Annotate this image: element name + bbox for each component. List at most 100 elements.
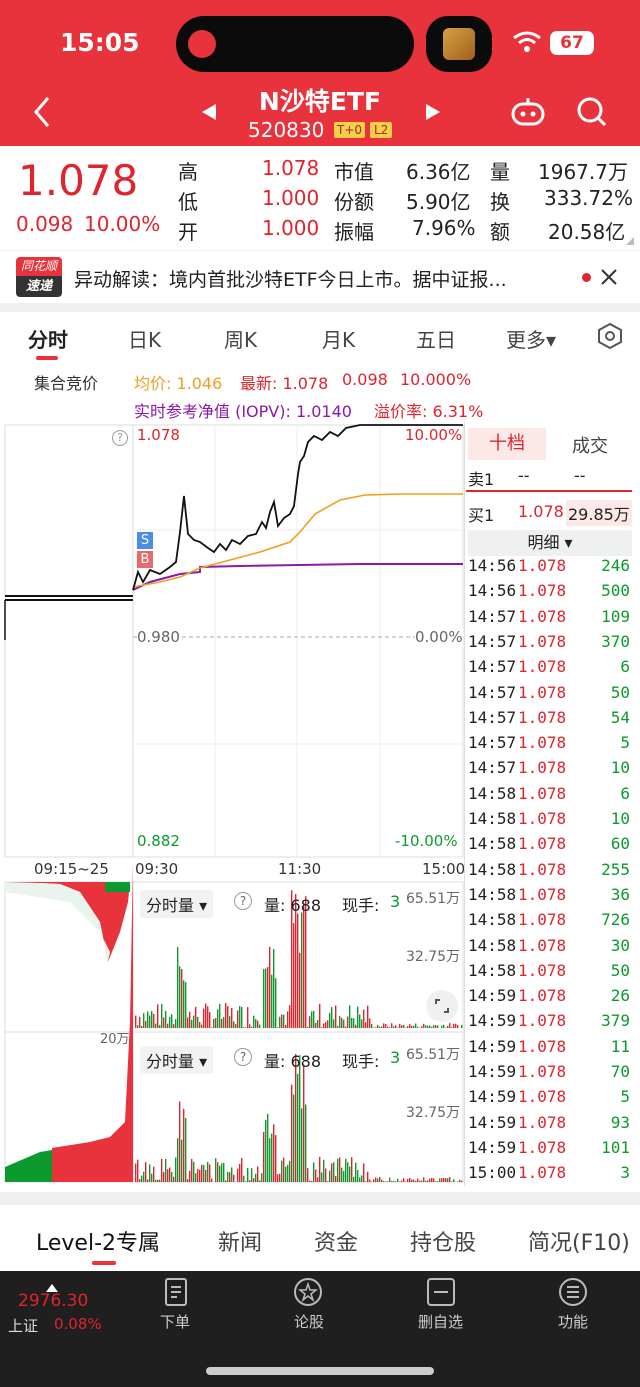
close-icon[interactable] xyxy=(600,268,618,286)
volume-bar xyxy=(209,1011,211,1028)
index-value[interactable]: 2976.30 xyxy=(18,1291,88,1311)
volume-help-icon[interactable]: ? xyxy=(234,892,252,910)
volume-bar xyxy=(189,1170,191,1182)
volume-bar xyxy=(395,1025,397,1028)
volume-bar xyxy=(461,1180,463,1182)
volume-help-icon-2[interactable]: ? xyxy=(234,1048,252,1066)
volume-bar xyxy=(385,1024,387,1028)
volume-bar xyxy=(355,1024,357,1028)
trade-volume: 246 xyxy=(601,556,630,575)
volume-bar xyxy=(341,1167,343,1182)
nav-functions[interactable]: 功能 xyxy=(558,1311,588,1332)
trade-volume: 60 xyxy=(610,834,630,854)
trade-row: 14:59 1.078 101 xyxy=(468,1136,632,1161)
volume-bar xyxy=(361,1175,363,1182)
bottom-section-tabs: Level-2专属 新闻 资金 持仓股 简况(F10) xyxy=(0,1205,640,1271)
order-icon[interactable] xyxy=(162,1277,190,1307)
volume-bar xyxy=(179,966,181,1028)
volume-bar xyxy=(137,1025,139,1028)
volume-bar xyxy=(183,980,185,1028)
volume-bar xyxy=(399,1181,401,1182)
tab-funds[interactable]: 资金 xyxy=(314,1225,358,1257)
tab-news[interactable]: 新闻 xyxy=(218,1225,262,1257)
news-text: 异动解读：境内首批沙特ETF今日上市。据中证报... xyxy=(74,269,507,291)
volume-bar xyxy=(313,1162,315,1182)
volume-bar xyxy=(221,1018,223,1028)
amp-value: 7.96% xyxy=(412,216,476,240)
tab-trades[interactable]: 成交 xyxy=(572,432,608,458)
next-stock-icon[interactable] xyxy=(424,102,442,122)
volume-bar xyxy=(183,1108,185,1182)
volume-bar xyxy=(351,1157,353,1182)
volume-bar xyxy=(393,1026,395,1028)
tab-intraday[interactable]: 分时 xyxy=(28,324,68,353)
trade-time: 14:58 xyxy=(468,809,517,828)
trade-row: 14:57 1.078 54 xyxy=(468,706,632,731)
volume-bar xyxy=(411,1025,413,1028)
news-ticker[interactable]: 同花顺 速递 异动解读：境内首批沙特ETF今日上市。据中证报... xyxy=(0,251,640,303)
settings-icon[interactable] xyxy=(596,322,624,350)
axis-mid-pct: 0.00% xyxy=(415,628,463,646)
index-pct: 0.08% xyxy=(54,1315,102,1333)
trade-time: 14:57 xyxy=(468,606,517,626)
menu-icon[interactable] xyxy=(558,1277,588,1307)
volume-type-select[interactable]: 分时量 ▾ xyxy=(140,890,214,918)
volume-bar xyxy=(247,1007,249,1028)
trade-price: 1.078 xyxy=(518,682,567,702)
robot-icon[interactable] xyxy=(510,96,546,128)
trade-volume: 3 xyxy=(620,1163,630,1183)
trade-volume: 50 xyxy=(610,960,630,980)
volume-bar xyxy=(333,1162,335,1182)
share-label: 份额 xyxy=(334,190,374,214)
trade-time: 14:59 xyxy=(468,986,517,1006)
volume-bar xyxy=(135,1163,137,1182)
volume-bar xyxy=(273,1124,275,1182)
discuss-icon[interactable] xyxy=(292,1277,324,1307)
tab-five-day[interactable]: 五日 xyxy=(416,324,456,353)
volume-bar xyxy=(193,1161,195,1182)
volume-bar xyxy=(365,1022,367,1028)
amp-label: 振幅 xyxy=(334,220,374,244)
volume-bar xyxy=(185,1118,187,1182)
tab-weekly-k[interactable]: 周K xyxy=(224,324,257,353)
tab-monthly-k[interactable]: 月K xyxy=(322,324,355,353)
tab-more[interactable]: 更多▾ xyxy=(506,324,556,353)
tab-ten-levels[interactable]: 十档 xyxy=(468,428,546,460)
chart-help-icon[interactable]: ? xyxy=(112,430,128,446)
trade-volume: 500 xyxy=(601,581,630,601)
volume-bar xyxy=(167,1169,169,1182)
tab-level2[interactable]: Level-2专属 xyxy=(36,1225,160,1257)
volume-bar xyxy=(161,1003,163,1028)
expand-icon[interactable] xyxy=(624,232,636,245)
trade-price: 1.078 xyxy=(518,1163,567,1183)
last-price: 1.078 xyxy=(18,156,139,205)
volume-bar xyxy=(279,1016,281,1028)
volume-bar xyxy=(275,1135,277,1182)
volume-bar xyxy=(253,1015,255,1028)
nav-discuss[interactable]: 论股 xyxy=(294,1311,324,1332)
volume-bar xyxy=(321,1027,323,1028)
volume-side-label: 20万 xyxy=(100,1032,130,1047)
fullscreen-icon[interactable] xyxy=(426,990,458,1022)
trade-volume: 11 xyxy=(610,1036,630,1056)
tab-holdings[interactable]: 持仓股 xyxy=(410,1225,476,1257)
tab-profile[interactable]: 简况(F10) xyxy=(528,1225,630,1257)
volume-bar xyxy=(165,1158,167,1182)
search-icon[interactable] xyxy=(576,96,608,128)
trade-volume: 6 xyxy=(620,657,630,677)
detail-dropdown[interactable]: 明细 ▾ xyxy=(468,530,632,556)
remove-watch-icon[interactable] xyxy=(426,1277,456,1307)
tab-daily-k[interactable]: 日K xyxy=(128,324,161,353)
volume-bar xyxy=(311,1180,313,1182)
volume-type-select-2[interactable]: 分时量 ▾ xyxy=(140,1046,214,1074)
nav-order[interactable]: 下单 xyxy=(160,1311,190,1332)
volume-max-2: 65.51万 xyxy=(406,1047,461,1063)
volume-bar xyxy=(375,1027,377,1028)
volume-bar xyxy=(243,1027,245,1028)
volume-bar xyxy=(321,1172,323,1182)
volume-bar xyxy=(161,1158,163,1182)
nav-remove-watch[interactable]: 删自选 xyxy=(418,1311,463,1332)
volume-bar xyxy=(281,1014,283,1028)
volume-bar xyxy=(135,1015,137,1028)
news-logo: 同花顺 速递 xyxy=(16,257,62,297)
